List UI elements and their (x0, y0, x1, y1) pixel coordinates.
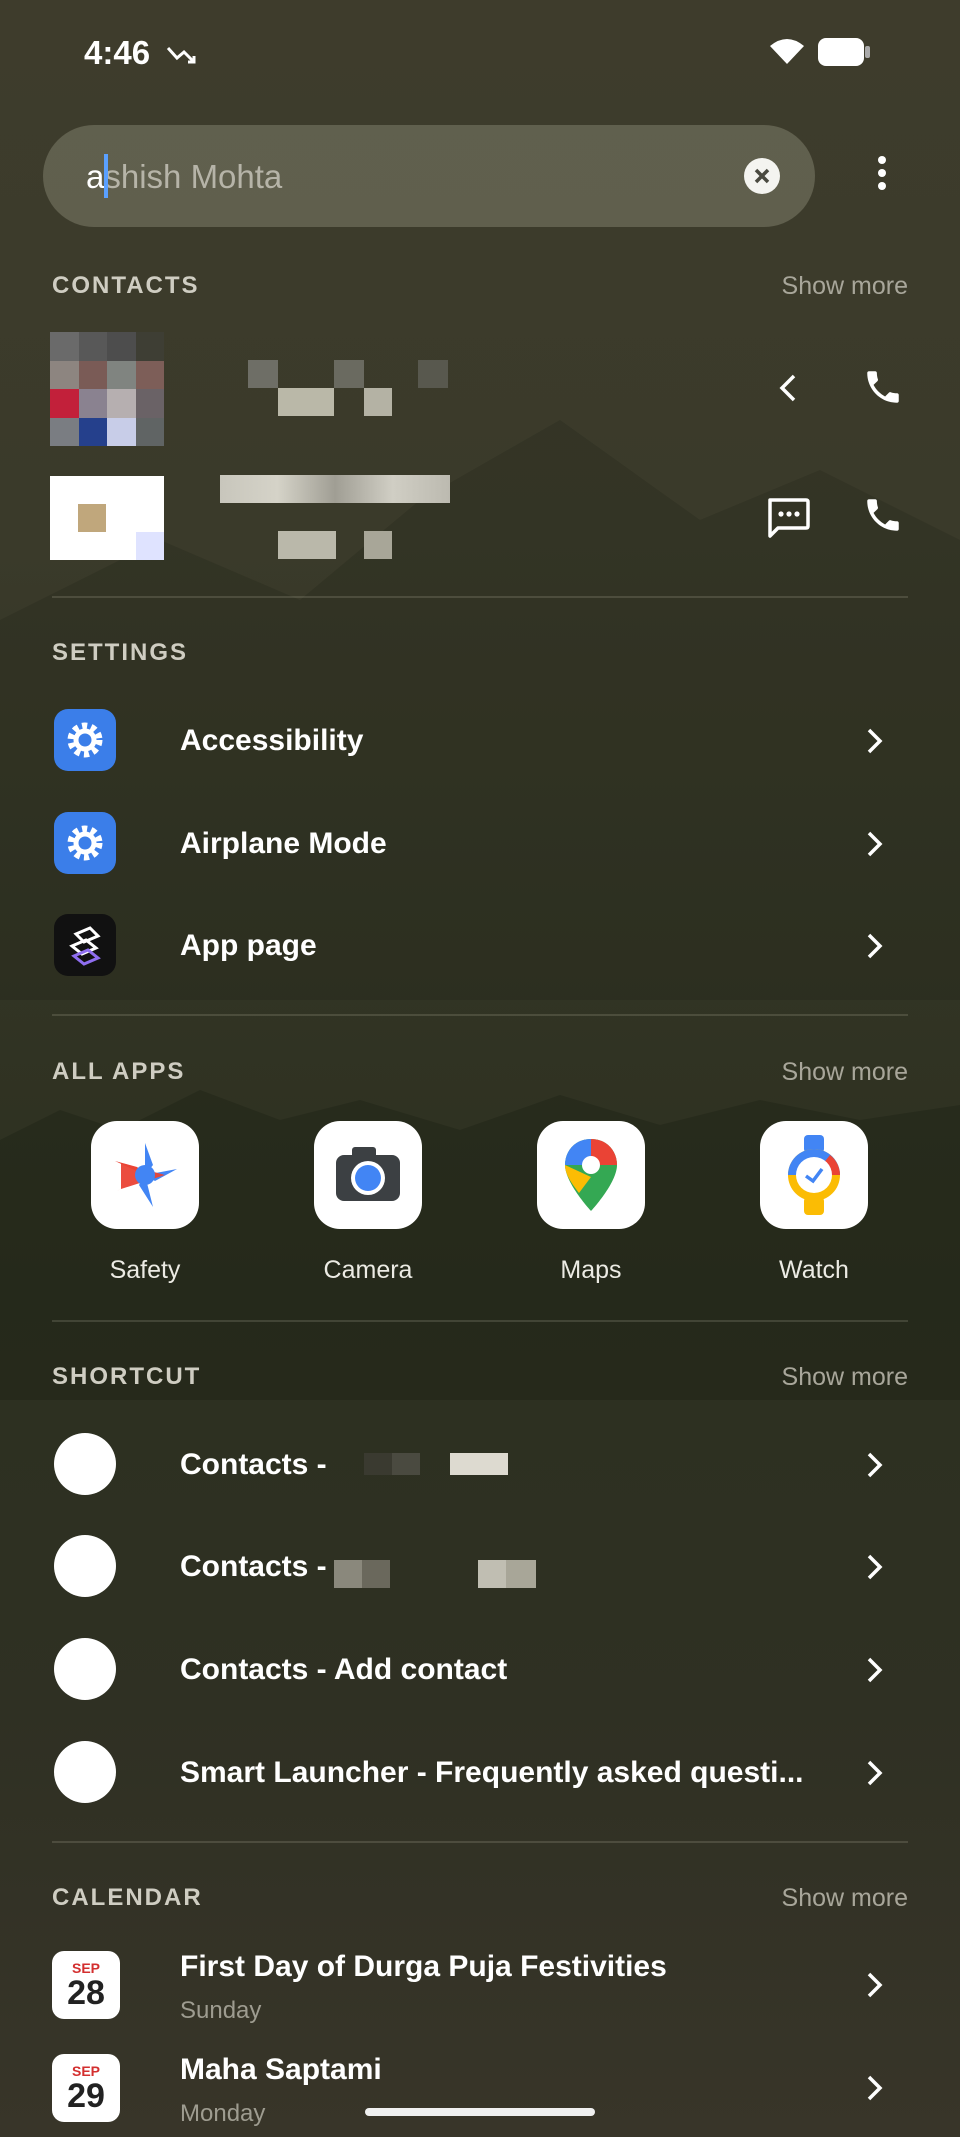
chevron-right-icon[interactable] (864, 1655, 886, 1685)
chevron-right-icon[interactable] (864, 1450, 886, 1480)
safety-icon (115, 1143, 177, 1207)
settings-item-app-page[interactable]: App page (180, 929, 317, 963)
calendar-day: 29 (67, 2077, 105, 2115)
chevron-right-icon[interactable] (864, 1970, 886, 2000)
app-maps[interactable] (537, 1121, 645, 1229)
contact-avatar (50, 476, 164, 560)
app-watch-label: Watch (779, 1256, 849, 1284)
section-divider (52, 596, 908, 598)
phone-icon[interactable] (862, 366, 904, 408)
contact-name-redacted (220, 475, 450, 561)
app-safety[interactable] (91, 1121, 199, 1229)
settings-item-accessibility[interactable]: Accessibility (180, 724, 363, 758)
shortcut-icon (54, 1638, 116, 1700)
wifi-icon (770, 39, 804, 64)
search-typed-text: a (86, 158, 105, 195)
search-input[interactable]: ashish Mohta (86, 158, 282, 196)
app-watch[interactable] (760, 1121, 868, 1229)
app-camera[interactable] (314, 1121, 422, 1229)
chevron-right-icon[interactable] (864, 726, 886, 756)
contact-avatar (50, 332, 164, 446)
redacted-text (364, 1453, 508, 1475)
shortcut-item-contacts[interactable]: Contacts - (180, 1448, 327, 1482)
section-divider (52, 1320, 908, 1322)
shortcut-icon (54, 1433, 116, 1495)
battery-icon (818, 38, 870, 66)
contact-name-redacted (248, 360, 448, 418)
search-suggestion-text: shish Mohta (104, 158, 283, 195)
calendar-event-title[interactable]: Maha Saptami (180, 2053, 382, 2087)
camera-icon (336, 1147, 400, 1201)
chevron-right-icon[interactable] (864, 2073, 886, 2103)
chevron-right-icon[interactable] (864, 829, 886, 859)
settings-header: SETTINGS (52, 639, 189, 666)
phone-icon[interactable] (862, 494, 904, 536)
watch-icon (788, 1135, 840, 1215)
text-cursor (104, 154, 108, 198)
app-maps-label: Maps (560, 1256, 622, 1284)
status-time: 4:46 (84, 34, 151, 71)
all-apps-show-more[interactable]: Show more (782, 1058, 908, 1087)
overflow-menu-button[interactable] (868, 152, 896, 200)
clear-search-button[interactable] (744, 158, 780, 194)
shortcut-header: SHORTCUT (52, 1363, 202, 1390)
calendar-event-title[interactable]: First Day of Durga Puja Festivities (180, 1950, 667, 1984)
all-apps-header: ALL APPS (52, 1058, 186, 1085)
shortcut-item-faq[interactable]: Smart Launcher - Frequently asked questi… (180, 1756, 804, 1790)
calendar-header: CALENDAR (52, 1884, 203, 1911)
gear-icon (54, 709, 116, 771)
message-icon[interactable] (764, 496, 812, 540)
shortcut-item-add-contact[interactable]: Contacts - Add contact (180, 1653, 507, 1687)
contacts-header: CONTACTS (52, 272, 200, 299)
shortcut-item-contacts[interactable]: Contacts - (180, 1550, 327, 1584)
shortcut-icon (54, 1535, 116, 1597)
calendar-event-weekday: Sunday (180, 1997, 262, 2024)
gear-icon (54, 812, 116, 874)
section-divider (52, 1014, 908, 1016)
app-camera-label: Camera (323, 1256, 413, 1284)
collapse-chevron-icon[interactable] (778, 372, 798, 404)
home-indicator[interactable] (365, 2108, 595, 2116)
app-page-icon (54, 914, 116, 976)
close-icon (754, 168, 770, 184)
shortcut-show-more[interactable]: Show more (782, 1363, 908, 1392)
calendar-day: 28 (67, 1974, 105, 2012)
calendar-show-more[interactable]: Show more (782, 1884, 908, 1913)
signal-trend-icon (166, 46, 196, 64)
contacts-show-more[interactable]: Show more (782, 272, 908, 301)
calendar-month: SEP (71, 1960, 100, 1976)
redacted-text (334, 1560, 536, 1588)
maps-pin-icon (565, 1139, 617, 1211)
calendar-date-icon: SEP 28 (52, 1951, 120, 2019)
section-divider (52, 1841, 908, 1843)
chevron-right-icon[interactable] (864, 1552, 886, 1582)
shortcut-icon (54, 1741, 116, 1803)
chevron-right-icon[interactable] (864, 1758, 886, 1788)
calendar-date-icon: SEP 29 (52, 2054, 120, 2122)
app-safety-label: Safety (109, 1256, 181, 1284)
settings-item-airplane-mode[interactable]: Airplane Mode (180, 827, 387, 861)
chevron-right-icon[interactable] (864, 931, 886, 961)
calendar-event-weekday: Monday (180, 2100, 266, 2127)
calendar-month: SEP (71, 2063, 100, 2079)
